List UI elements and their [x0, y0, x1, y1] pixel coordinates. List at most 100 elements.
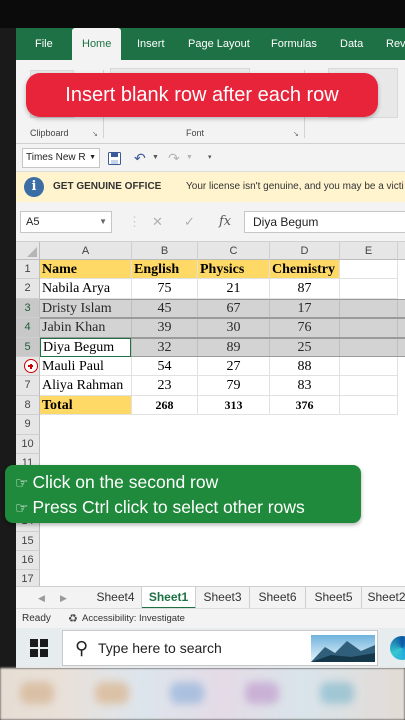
select-cursor-icon	[24, 359, 38, 373]
windows-start-icon[interactable]	[30, 639, 48, 657]
cell-name[interactable]: Nabila Arya	[40, 279, 132, 299]
sheet-tab[interactable]: Sheet4	[90, 587, 142, 608]
row-header[interactable]: 9	[16, 415, 40, 435]
cell-physics[interactable]: 79	[198, 376, 270, 396]
cell-empty[interactable]	[340, 337, 398, 357]
cell-empty[interactable]	[340, 318, 398, 338]
cell-english[interactable]: 45	[132, 298, 198, 319]
cell-total-physics[interactable]: 313	[198, 395, 270, 416]
tab-review[interactable]: Revi	[386, 28, 405, 60]
insert-function-icon[interactable]: fx	[219, 211, 231, 233]
cell-empty[interactable]	[340, 376, 398, 396]
cell-chemistry[interactable]: 87	[270, 279, 340, 299]
row-header[interactable]: 10	[16, 434, 40, 454]
row-header-selected[interactable]: 3	[16, 298, 40, 319]
save-icon[interactable]	[108, 148, 121, 168]
cell-english[interactable]: 54	[132, 357, 198, 377]
sheet-tab-active[interactable]: Sheet1	[142, 587, 196, 608]
cell-physics[interactable]: 89	[198, 337, 270, 357]
column-header-d[interactable]: D	[270, 242, 340, 260]
column-header-a[interactable]: A	[40, 242, 132, 260]
font-launcher-icon[interactable]: ↘	[293, 130, 299, 138]
cancel-icon[interactable]: ✕	[152, 211, 163, 233]
next-sheet-icon[interactable]: ▶	[60, 587, 67, 608]
cell-chemistry[interactable]: 25	[270, 337, 340, 357]
cell-chemistry[interactable]: 76	[270, 318, 340, 338]
cell-physics[interactable]: 67	[198, 298, 270, 319]
sheet-tab[interactable]: Sheet2	[362, 587, 405, 608]
cell-name[interactable]: Dristy Islam	[40, 298, 132, 319]
column-header-b[interactable]: B	[132, 242, 198, 260]
row-header[interactable]: 7	[16, 376, 40, 396]
tab-file[interactable]: File	[35, 28, 53, 60]
cell-physics[interactable]: 21	[198, 279, 270, 299]
prev-sheet-icon[interactable]: ◀	[38, 587, 45, 608]
row-header-selected[interactable]: 5	[16, 337, 40, 357]
cell-header-chemistry[interactable]: Chemistry	[270, 260, 340, 280]
cell-empty[interactable]	[340, 298, 398, 319]
row-header[interactable]: 15	[16, 531, 40, 551]
cell-physics[interactable]: 27	[198, 357, 270, 377]
cell-header-english[interactable]: English	[132, 260, 198, 280]
cell-chemistry[interactable]: 88	[270, 357, 340, 377]
customize-toolbar-icon[interactable]: ▾	[208, 148, 212, 168]
column-header-e[interactable]: E	[340, 242, 398, 260]
cell-header-name[interactable]: Name	[40, 260, 132, 280]
redo-dropdown-icon[interactable]: ▼	[186, 148, 193, 168]
undo-icon[interactable]: ↶	[134, 148, 146, 168]
tab-home[interactable]: Home	[72, 28, 122, 60]
tab-insert[interactable]: Insert	[137, 28, 165, 60]
enter-check-icon[interactable]: ✓	[184, 211, 195, 233]
blurred-shape	[95, 682, 129, 704]
cell-name[interactable]: Jabin Khan	[40, 318, 132, 338]
undo-dropdown-icon[interactable]: ▼	[152, 148, 159, 168]
sheet-tab[interactable]: Sheet5	[306, 587, 362, 608]
tab-page-layout[interactable]: Page Layout	[188, 28, 250, 60]
tab-data[interactable]: Data	[340, 28, 363, 60]
formula-input[interactable]: Diya Begum	[244, 211, 405, 233]
cell-english[interactable]: 75	[132, 279, 198, 299]
redo-icon[interactable]: ↷	[168, 148, 180, 168]
cell-name[interactable]: Mauli Paul	[40, 357, 132, 377]
cell-empty[interactable]	[340, 357, 398, 377]
row-header[interactable]: 8	[16, 395, 40, 416]
sheet-tab[interactable]: Sheet6	[250, 587, 306, 608]
cell-header-physics[interactable]: Physics	[198, 260, 270, 280]
cell-empty[interactable]	[340, 279, 398, 299]
search-icon: ⚲	[75, 638, 89, 658]
cell-name[interactable]	[40, 337, 132, 357]
accessibility-status[interactable]: Accessibility: Investigate	[82, 609, 185, 629]
cell-empty[interactable]	[340, 260, 398, 280]
cell-english[interactable]: 39	[132, 318, 198, 338]
cell-empty[interactable]	[340, 395, 398, 416]
cell-total-chemistry[interactable]: 376	[270, 395, 340, 416]
cell-name[interactable]: Aliya Rahman	[40, 376, 132, 396]
cell-physics[interactable]: 30	[198, 318, 270, 338]
cell-total-label[interactable]: Total	[40, 395, 132, 416]
row-header[interactable]: 2	[16, 279, 40, 299]
select-all-corner[interactable]	[16, 242, 40, 260]
tab-formulas[interactable]: Formulas	[271, 28, 317, 60]
cell-english[interactable]: 32	[132, 337, 198, 357]
name-box[interactable]: A5 ▼	[20, 211, 112, 233]
row-header[interactable]: 16	[16, 551, 40, 571]
taskbar-search-box[interactable]: ⚲ Type here to search	[62, 630, 378, 666]
column-header-c[interactable]: C	[198, 242, 270, 260]
edge-browser-icon[interactable]	[390, 636, 405, 660]
ready-status: Ready	[22, 613, 51, 624]
cell-chemistry[interactable]: 83	[270, 376, 340, 396]
cell-chemistry[interactable]: 17	[270, 298, 340, 319]
column-header-f[interactable]	[398, 242, 405, 260]
row-header-selected[interactable]: 4	[16, 318, 40, 338]
sheet-tab[interactable]: Sheet3	[196, 587, 250, 608]
cell-english[interactable]: 23	[132, 376, 198, 396]
chevron-down-icon: ▼	[89, 154, 96, 161]
row-header[interactable]: 17	[16, 570, 40, 586]
ribbon-menu-bar: File Home Insert Page Layout Formulas Da…	[16, 28, 405, 60]
clipboard-launcher-icon[interactable]: ↘	[92, 130, 98, 138]
search-placeholder: Type here to search	[98, 640, 222, 656]
row-header[interactable]: 1	[16, 260, 40, 280]
cell-total-english[interactable]: 268	[132, 395, 198, 416]
accessibility-icon[interactable]: ♻	[68, 609, 78, 629]
font-name-dropdown[interactable]: Times New R ▼	[22, 148, 100, 168]
